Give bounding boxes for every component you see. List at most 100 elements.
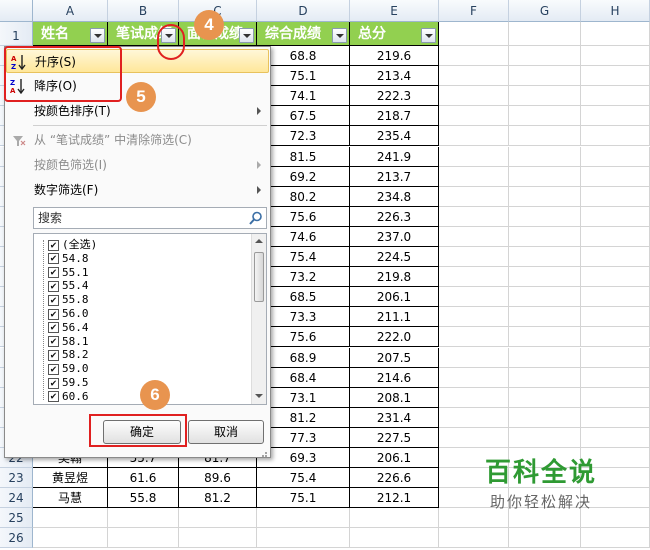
empty-cell[interactable]	[581, 427, 650, 448]
empty-cell[interactable]	[509, 528, 581, 549]
empty-cell[interactable]	[257, 508, 350, 529]
table-cell[interactable]: 222.0	[350, 327, 439, 348]
empty-cell[interactable]	[439, 46, 509, 67]
row-header[interactable]: 1	[0, 22, 33, 46]
checklist-item[interactable]: ✔ 56.4	[48, 321, 89, 334]
column-header-d[interactable]: D	[257, 0, 350, 22]
empty-cell[interactable]	[439, 528, 509, 549]
empty-cell[interactable]	[581, 86, 650, 107]
checkbox-checked-icon[interactable]: ✔	[48, 391, 59, 403]
checkbox-checked-icon[interactable]: ✔	[48, 336, 59, 348]
empty-cell[interactable]	[509, 387, 581, 408]
filter-dropdown-button[interactable]	[90, 28, 105, 43]
checklist-item[interactable]: ✔ 58.1	[48, 335, 89, 348]
empty-cell[interactable]	[179, 528, 257, 549]
checkbox-checked-icon[interactable]: ✔	[48, 267, 59, 279]
empty-cell[interactable]	[439, 387, 509, 408]
empty-cell[interactable]	[439, 66, 509, 87]
empty-cell[interactable]	[581, 307, 650, 328]
empty-cell[interactable]	[350, 508, 439, 529]
empty-cell[interactable]	[439, 126, 509, 147]
checklist-item[interactable]: ✔ 54.8	[48, 252, 89, 265]
empty-cell[interactable]	[439, 407, 509, 428]
empty-cell[interactable]	[509, 146, 581, 167]
empty-cell[interactable]	[581, 387, 650, 408]
empty-cell[interactable]	[439, 146, 509, 167]
empty-cell[interactable]	[581, 267, 650, 288]
empty-cell[interactable]	[439, 226, 509, 247]
table-cell[interactable]: 234.8	[350, 186, 439, 207]
empty-cell[interactable]	[581, 407, 650, 428]
table-cell[interactable]: 226.3	[350, 206, 439, 227]
scroll-up-icon[interactable]	[255, 239, 263, 243]
empty-cell[interactable]	[439, 347, 509, 368]
column-header-a[interactable]: A	[33, 0, 108, 22]
empty-cell[interactable]	[581, 106, 650, 127]
empty-cell[interactable]	[581, 367, 650, 388]
checklist-item[interactable]: ✔ 58.2	[48, 348, 89, 361]
checklist-item[interactable]: ✔ 55.8	[48, 293, 89, 306]
checklist-select-all[interactable]: ✔ (全选)	[48, 238, 97, 251]
empty-cell[interactable]	[439, 367, 509, 388]
row-header[interactable]: 23	[0, 468, 33, 489]
checkbox-checked-icon[interactable]: ✔	[48, 349, 59, 361]
empty-cell[interactable]	[439, 327, 509, 348]
table-cell[interactable]: 75.1	[257, 488, 350, 509]
table-header-cell[interactable]: 总分	[350, 22, 439, 46]
empty-cell[interactable]	[509, 327, 581, 348]
column-header-h[interactable]: H	[581, 0, 650, 22]
empty-cell[interactable]	[439, 186, 509, 207]
checklist-item[interactable]: ✔ 59.0	[48, 362, 89, 375]
empty-cell[interactable]	[581, 347, 650, 368]
search-icon[interactable]	[249, 211, 263, 225]
empty-cell[interactable]	[509, 46, 581, 67]
empty-cell[interactable]	[33, 508, 108, 529]
select-all-corner[interactable]	[0, 0, 33, 22]
scrollbar-thumb[interactable]	[254, 252, 264, 302]
empty-cell[interactable]	[439, 106, 509, 127]
table-cell[interactable]: 227.5	[350, 427, 439, 448]
table-cell[interactable]: 218.7	[350, 106, 439, 127]
empty-cell[interactable]	[509, 407, 581, 428]
table-cell[interactable]: 61.6	[108, 468, 179, 489]
column-header-b[interactable]: B	[108, 0, 179, 22]
empty-cell[interactable]	[439, 247, 509, 268]
empty-cell[interactable]	[439, 307, 509, 328]
empty-cell[interactable]	[439, 86, 509, 107]
table-cell[interactable]: 219.6	[350, 46, 439, 67]
empty-cell[interactable]	[581, 206, 650, 227]
table-cell[interactable]: 206.1	[350, 448, 439, 469]
checkbox-checked-icon[interactable]: ✔	[48, 363, 59, 375]
checkbox-checked-icon[interactable]: ✔	[48, 253, 59, 265]
empty-cell[interactable]	[581, 247, 650, 268]
table-cell[interactable]: 75.4	[257, 468, 350, 489]
table-cell[interactable]: 235.4	[350, 126, 439, 147]
table-cell[interactable]: 211.1	[350, 307, 439, 328]
table-cell[interactable]: 212.1	[350, 488, 439, 509]
column-header-g[interactable]: G	[509, 0, 581, 22]
empty-cell[interactable]	[350, 528, 439, 549]
table-header-cell[interactable]: 综合成绩	[257, 22, 350, 46]
empty-cell[interactable]	[509, 186, 581, 207]
empty-cell[interactable]	[509, 86, 581, 107]
checkbox-checked-icon[interactable]: ✔	[48, 322, 59, 334]
table-cell[interactable]: 黄昱煜	[33, 468, 108, 489]
table-cell[interactable]: 224.5	[350, 247, 439, 268]
empty-cell[interactable]	[581, 226, 650, 247]
empty-cell[interactable]	[439, 166, 509, 187]
empty-cell[interactable]	[439, 287, 509, 308]
empty-cell[interactable]	[509, 22, 581, 46]
empty-cell[interactable]	[581, 46, 650, 67]
checklist-item[interactable]: ✔ 55.1	[48, 266, 89, 279]
empty-cell[interactable]	[509, 267, 581, 288]
empty-cell[interactable]	[509, 307, 581, 328]
empty-cell[interactable]	[581, 287, 650, 308]
table-cell[interactable]: 213.4	[350, 66, 439, 87]
empty-cell[interactable]	[108, 528, 179, 549]
row-header[interactable]: 24	[0, 488, 33, 509]
empty-cell[interactable]	[581, 146, 650, 167]
table-cell[interactable]: 207.5	[350, 347, 439, 368]
value-checklist[interactable]: ✔ (全选) ✔ 54.8 ✔ 55.1 ✔ 55.4 ✔ 55.8 ✔ 56.0 ✔ 56.4 ✔ 58.1…	[33, 233, 267, 405]
scroll-down-icon[interactable]	[255, 394, 263, 398]
table-cell[interactable]: 214.6	[350, 367, 439, 388]
